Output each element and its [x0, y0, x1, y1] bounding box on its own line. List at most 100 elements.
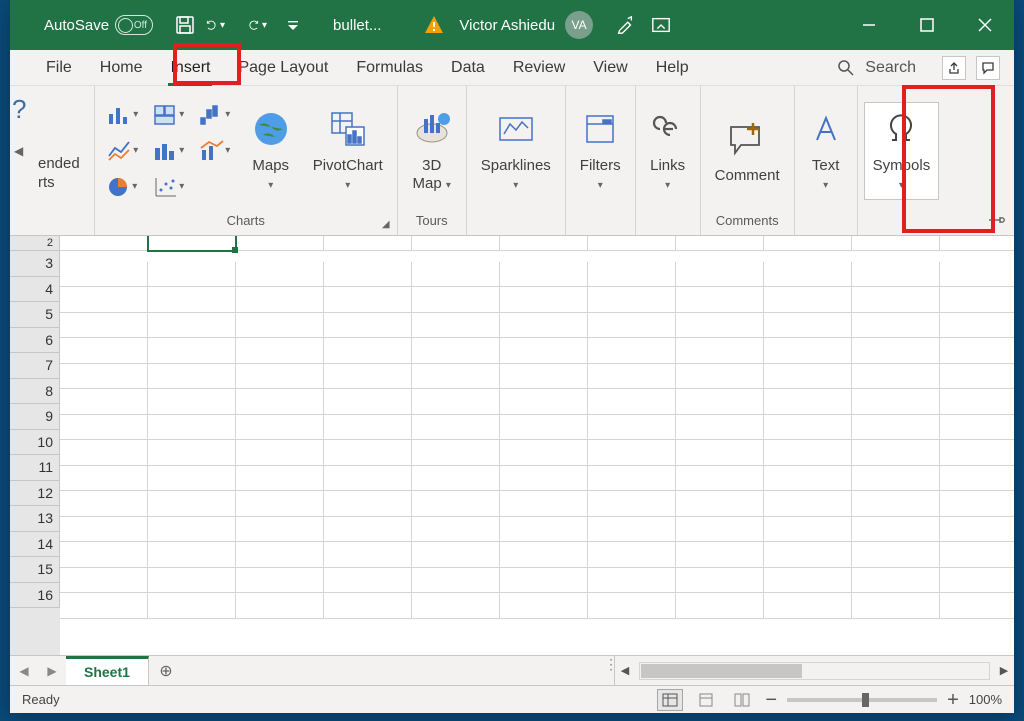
cell[interactable]	[324, 364, 412, 390]
filters-button[interactable]: Filters▾	[572, 103, 629, 199]
cell[interactable]	[764, 287, 852, 313]
cell[interactable]	[500, 542, 588, 568]
pie-chart-icon[interactable]: ▾	[101, 170, 145, 204]
cell[interactable]	[764, 593, 852, 619]
drawing-mode-icon[interactable]	[615, 15, 635, 35]
cell[interactable]	[676, 236, 764, 251]
cell[interactable]	[236, 313, 324, 339]
cell[interactable]	[500, 517, 588, 543]
cell[interactable]	[60, 313, 148, 339]
cell[interactable]	[412, 389, 500, 415]
cell[interactable]	[676, 568, 764, 594]
cell[interactable]	[852, 440, 940, 466]
comments-pane-icon[interactable]	[976, 56, 1000, 80]
document-filename[interactable]: bullet...	[333, 17, 381, 34]
cell[interactable]	[588, 262, 676, 288]
row-head[interactable]: 12	[10, 481, 60, 507]
cell[interactable]	[324, 517, 412, 543]
cell[interactable]	[852, 364, 940, 390]
cell[interactable]	[500, 313, 588, 339]
cell[interactable]	[588, 568, 676, 594]
cell[interactable]	[148, 338, 236, 364]
cell[interactable]	[236, 364, 324, 390]
cell[interactable]	[764, 313, 852, 339]
cell[interactable]	[676, 415, 764, 441]
tab-view[interactable]: View	[579, 50, 641, 86]
cell[interactable]	[60, 236, 148, 251]
close-button[interactable]	[956, 0, 1014, 50]
cell[interactable]	[500, 415, 588, 441]
links-button[interactable]: Links▾	[642, 103, 694, 199]
cell[interactable]	[852, 262, 940, 288]
redo-icon[interactable]: ▾	[247, 15, 267, 35]
cell[interactable]	[588, 517, 676, 543]
cell[interactable]	[148, 568, 236, 594]
cell[interactable]	[764, 236, 852, 251]
cell[interactable]	[940, 542, 1014, 568]
cell[interactable]	[500, 364, 588, 390]
cell[interactable]	[588, 415, 676, 441]
cell[interactable]	[764, 568, 852, 594]
cell[interactable]	[500, 287, 588, 313]
cell[interactable]	[236, 568, 324, 594]
view-page-layout-icon[interactable]	[693, 689, 719, 711]
cell[interactable]	[324, 389, 412, 415]
cell[interactable]	[852, 236, 940, 251]
cell[interactable]	[588, 313, 676, 339]
cell[interactable]	[412, 593, 500, 619]
cell[interactable]	[148, 313, 236, 339]
cell[interactable]	[500, 440, 588, 466]
cell[interactable]	[676, 364, 764, 390]
cell[interactable]	[412, 236, 500, 251]
search-label[interactable]: Search	[865, 59, 916, 77]
share-icon[interactable]	[942, 56, 966, 80]
autosave-switch-off[interactable]: Off	[115, 15, 153, 35]
cell[interactable]	[852, 313, 940, 339]
warning-icon[interactable]	[423, 14, 445, 36]
cell[interactable]	[148, 517, 236, 543]
cell[interactable]	[940, 287, 1014, 313]
cell[interactable]	[940, 491, 1014, 517]
cell[interactable]	[236, 440, 324, 466]
cell[interactable]	[148, 389, 236, 415]
cell[interactable]	[60, 466, 148, 492]
cell[interactable]	[60, 364, 148, 390]
cell[interactable]	[940, 466, 1014, 492]
cell[interactable]	[940, 389, 1014, 415]
cell[interactable]	[60, 542, 148, 568]
cell[interactable]	[852, 466, 940, 492]
save-icon[interactable]	[175, 15, 195, 35]
cell[interactable]	[324, 440, 412, 466]
cell[interactable]	[764, 389, 852, 415]
collapse-ribbon-icon[interactable]	[988, 213, 1006, 227]
cell[interactable]	[324, 415, 412, 441]
row-head[interactable]: 10	[10, 430, 60, 456]
search-icon[interactable]	[837, 59, 855, 77]
tab-page-layout[interactable]: Page Layout	[224, 50, 342, 86]
cell[interactable]	[148, 364, 236, 390]
zoom-slider[interactable]	[787, 698, 937, 702]
row-head[interactable]: 16	[10, 583, 60, 609]
comment-button[interactable]: Comment	[707, 113, 788, 189]
cell[interactable]	[764, 466, 852, 492]
cell[interactable]	[236, 466, 324, 492]
cell[interactable]	[940, 568, 1014, 594]
cell[interactable]	[412, 568, 500, 594]
cell[interactable]	[940, 364, 1014, 390]
cell[interactable]	[852, 415, 940, 441]
tab-data[interactable]: Data	[437, 50, 499, 86]
cell[interactable]	[324, 338, 412, 364]
cell[interactable]	[676, 440, 764, 466]
cell[interactable]	[588, 338, 676, 364]
row-head[interactable]: 15	[10, 557, 60, 583]
cell[interactable]	[588, 466, 676, 492]
new-sheet-button[interactable]: ⊕	[149, 656, 183, 685]
hscroll-right-icon[interactable]: ▶	[994, 661, 1014, 681]
pivotchart-button[interactable]: PivotChart▾	[305, 103, 391, 199]
cell[interactable]	[324, 491, 412, 517]
cell[interactable]	[764, 364, 852, 390]
sheet-nav-next-icon[interactable]: ▶	[38, 656, 66, 685]
cell[interactable]	[60, 517, 148, 543]
cell[interactable]	[588, 491, 676, 517]
cell[interactable]	[500, 236, 588, 251]
